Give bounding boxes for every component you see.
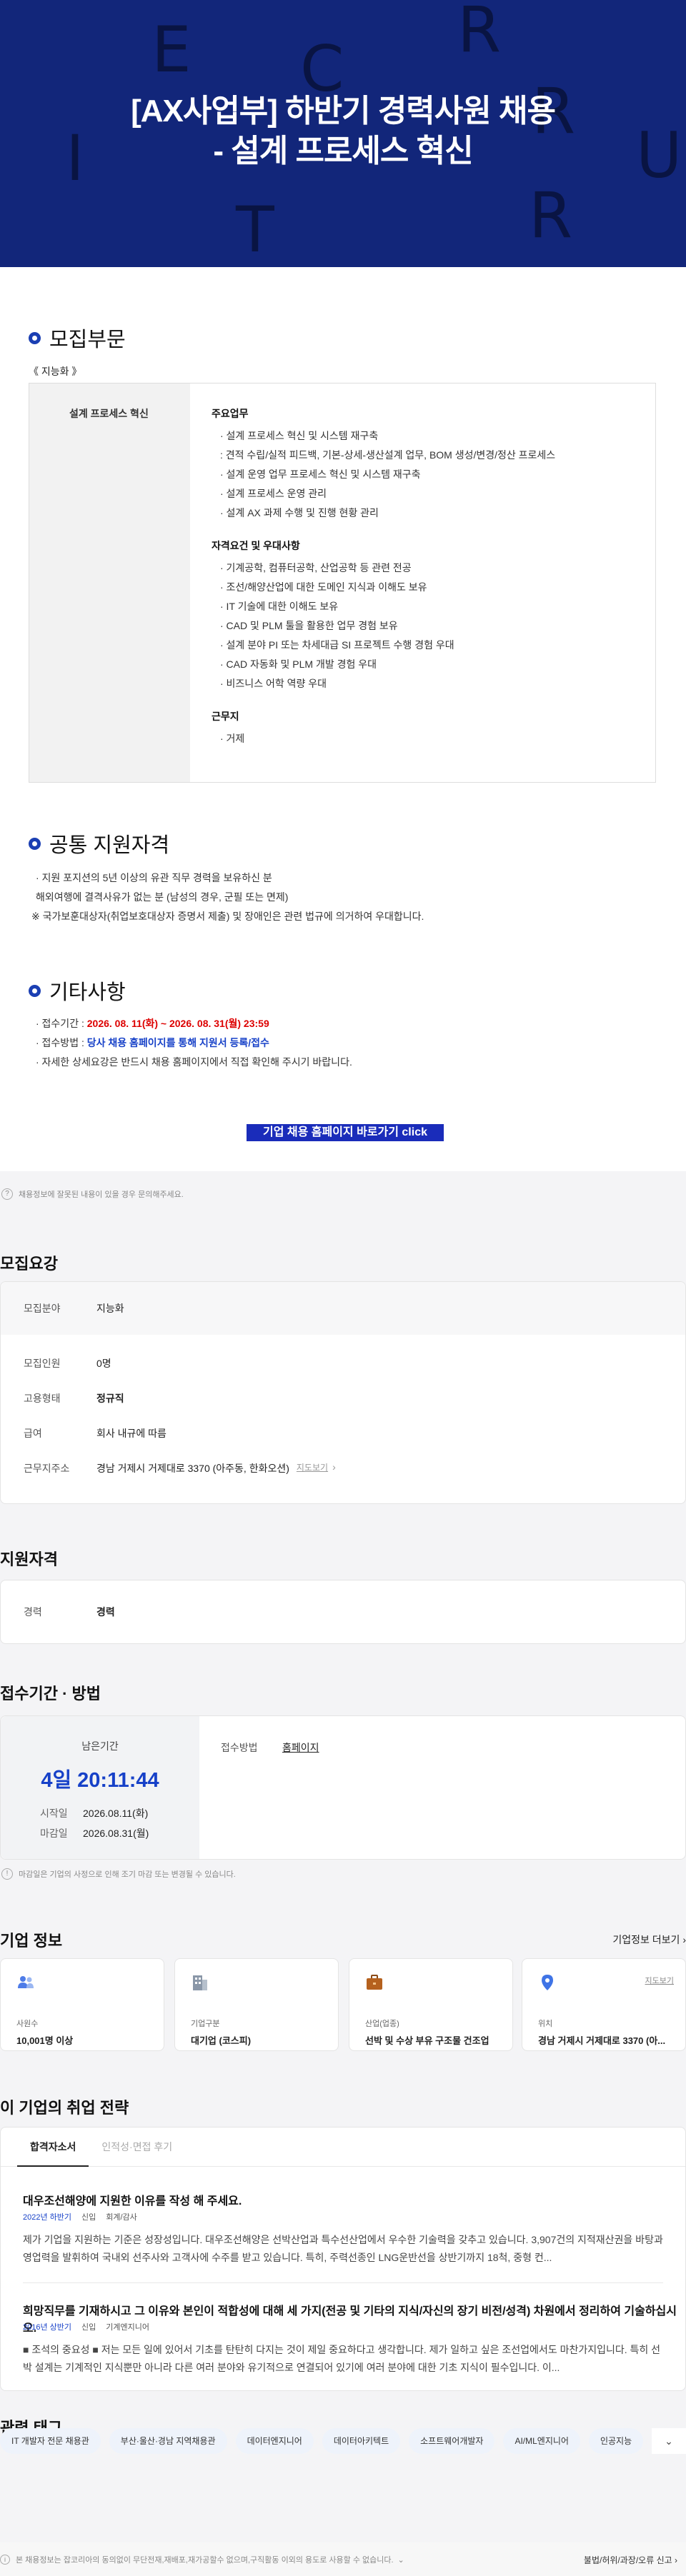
report-link[interactable]: 불법/허위/과장/오류 신고 › [584, 2554, 677, 2566]
info-icon: i [0, 2555, 10, 2565]
bullet-circle-icon [29, 984, 41, 997]
posting-title: [AX사업부] 하반기 경력사원 채용 - 설계 프로세스 혁신 [131, 94, 556, 169]
tag-chip[interactable]: 데이터엔지니어 [235, 2428, 314, 2454]
recruit-section-heading: 모집부문 [29, 323, 126, 353]
common-section-heading: 공통 지원자격 [29, 828, 169, 858]
company-card-location: 지도보기 위치 경남 거제시 거제대로 3370 (아... [522, 1958, 686, 2051]
footer-bar: i 본 채용정보는 잡코리아의 동의없이 무단전재,재배포,재가공할수 없으며,… [0, 2542, 686, 2576]
hero-banner: E C R R U I T R [AX사업부] 하반기 경력사원 채용 - 설계… [0, 0, 686, 267]
duties-heading: 주요업무 [212, 408, 249, 419]
tab-cover-letters[interactable]: 합격자소서 [17, 2140, 89, 2167]
position-table: 설계 프로세스 혁신 주요업무 · 설계 프로세스 혁신 및 시스템 재구축 :… [29, 383, 656, 783]
chevron-down-icon[interactable]: ⌄ [652, 2428, 686, 2454]
homepage-link[interactable]: 홈페이지 [282, 1740, 319, 1755]
summary-headcount-row: 모집인원 0명 [24, 1358, 111, 1369]
location-item: · 거제 [220, 733, 245, 744]
tag-chip[interactable]: IT 개발자 전문 채용관 [0, 2428, 101, 2454]
etc-section-heading: 기타사항 [29, 976, 126, 1006]
tab-interview-reviews[interactable]: 인적성·면접 후기 [89, 2140, 185, 2167]
tag-chip[interactable]: 인공지능 [588, 2428, 644, 2454]
company-heading: 기업 정보 [0, 1932, 63, 1950]
qual-item: · IT 기술에 대한 이해도 보유 [220, 601, 339, 612]
chevron-right-icon: › [332, 1461, 336, 1473]
building-icon [193, 1975, 207, 1990]
bg-letter: T [236, 193, 274, 266]
tag-chip[interactable]: 부산·울산·경남 지역채용관 [109, 2428, 227, 2454]
info-icon: ! [1, 1868, 13, 1880]
bg-letter: R [457, 0, 502, 66]
qual-item: · CAD 및 PLM 툴을 활용한 업무 경험 보유 [220, 620, 398, 631]
qualification-heading: 지원자격 [0, 1550, 58, 1568]
deadline-notice: ! 마감일은 기업의 사정으로 인해 조기 마감 또는 변경될 수 있습니다. [1, 1868, 236, 1880]
period-value: 2026. 08. 11(화) ~ 2026. 08. 31(월) 23:59 [86, 1018, 269, 1029]
category-tag: 《 지능화 》 [29, 366, 82, 377]
company-card-industry: 산업(업종) 선박 및 수상 부유 구조물 건조업 [349, 1958, 513, 2051]
briefcase-icon [367, 1975, 382, 1990]
start-date-row: 시작일 2026.08.11(화) [40, 1808, 149, 1819]
tag-list: IT 개발자 전문 채용관 부산·울산·경남 지역채용관 데이터엔지니어 데이터… [0, 2428, 652, 2454]
method-value: 당사 채용 홈페이지를 통해 지원서 등록/접수 [86, 1037, 269, 1048]
chevron-right-icon: › [682, 1934, 686, 1945]
article-body: ■ 조석의 중요성 ■ 저는 모든 일에 있어서 기초를 탄탄히 다지는 것이 … [23, 2344, 661, 2373]
strategy-heading: 이 기업의 취업 전략 [0, 2099, 129, 2117]
location-heading: 근무지 [212, 711, 239, 722]
position-details: 주요업무 · 설계 프로세스 혁신 및 시스템 재구축 : 견적 수립/실적 피… [190, 384, 655, 782]
summary-heading: 모집요강 [0, 1255, 58, 1273]
position-name: 설계 프로세스 혁신 [29, 384, 190, 782]
remaining-period-panel: 남은기간 4일 20:11:44 시작일 2026.08.11(화) 마감일 2… [1, 1716, 199, 1859]
summary-address-row: 근무지주소 경남 거제시 거제대로 3370 (아주동, 한화오션) 지도보기 … [24, 1461, 336, 1475]
report-notice[interactable]: ? 채용정보에 잘못된 내용이 있을 경우 문의해주세요. [1, 1188, 184, 1200]
qualification-card: 경력 경력 [0, 1580, 686, 1644]
homepage-link-button[interactable]: 기업 채용 홈페이지 바로가기 click [247, 1124, 444, 1141]
location-pin-icon [542, 1975, 553, 1990]
qual-item: · 비즈니스 어학 역량 우대 [220, 678, 327, 689]
summary-type-row: 고용형태 정규직 [24, 1393, 124, 1404]
article-title[interactable]: 대우조선해양에 지원한 이유를 작성 해 주세요. [23, 2191, 242, 2208]
etc-details: · 접수기간 : 2026. 08. 11(화) ~ 2026. 08. 31(… [36, 1018, 352, 1068]
qual-heading: 자격요건 및 우대사항 [212, 540, 300, 551]
bullet-circle-icon [29, 331, 41, 344]
apply-method-row: 접수방법 홈페이지 [221, 1740, 319, 1755]
common-qualifications: · 지원 포지션의 5년 이상의 유관 직무 경력을 보유하신 분 해외여행에 … [31, 872, 424, 922]
bg-letter: E [151, 13, 192, 86]
map-link[interactable]: 지도보기 [297, 1461, 328, 1475]
end-date-row: 마감일 2026.08.31(월) [40, 1828, 149, 1839]
duty-item: · 설계 프로세스 혁신 및 시스템 재구축 [220, 430, 379, 441]
tag-chip[interactable]: AI/ML엔지니어 [503, 2428, 580, 2454]
career-row: 경력 경력 [24, 1606, 115, 1618]
tag-chip[interactable]: 소프트웨어개발자 [409, 2428, 495, 2454]
apply-heading: 접수기간 · 방법 [0, 1685, 101, 1703]
people-icon [18, 1976, 34, 1988]
company-card-employees: 사원수 10,001명 이상 [0, 1958, 164, 2051]
company-more-link[interactable]: 기업정보 더보기 › [612, 1933, 686, 1947]
qual-item: · CAD 자동화 및 PLM 개발 경험 우대 [220, 658, 377, 670]
qual-item: · 조선/해양산업에 대한 도메인 지식과 이해도 보유 [220, 581, 427, 593]
tag-chip[interactable]: 데이터아키텍트 [322, 2428, 401, 2454]
chevron-down-icon[interactable]: ⌄ [398, 2555, 404, 2565]
bullet-circle-icon [29, 837, 41, 850]
job-posting-detail: E C R R U I T R [AX사업부] 하반기 경력사원 채용 - 설계… [0, 0, 686, 1171]
summary-salary-row: 급여 회사 내규에 따름 [24, 1428, 166, 1439]
article-meta: 2022년 하반기 신입 회계/감사 [23, 2213, 137, 2222]
info-icon: ? [1, 1188, 13, 1200]
duty-item: · 설계 운영 업무 프로세스 혁신 및 시스템 재구축 [220, 468, 421, 480]
duty-item: · 설계 AX 과제 수행 및 진행 현황 관리 [220, 507, 379, 518]
summary-card: 모집분야 지능화 모집인원 0명 고용형태 정규직 급여 회사 내규에 따름 근… [0, 1281, 686, 1504]
article-meta: 2016년 상반기 신입 기계엔지니어 [23, 2323, 149, 2332]
countdown: 4일 20:11:44 [41, 1769, 159, 1792]
map-link[interactable]: 지도보기 [645, 1975, 674, 1986]
company-card-type: 기업구분 대기업 (코스피) [174, 1958, 339, 2051]
strategy-tabs: 합격자소서 인적성·면접 후기 [17, 2140, 185, 2167]
duty-item: : 견적 수립/실적 피드백, 기본-상세-생산설계 업무, BOM 생성/변경… [220, 449, 556, 461]
bg-letter: R [529, 179, 573, 252]
duty-item: · 설계 프로세스 운영 관리 [220, 488, 327, 499]
article-body: 제가 기업을 지원하는 기준은 성장성입니다. 대우조선해양은 선박산업과 특수… [23, 2234, 663, 2263]
qual-item: · 설계 분야 PI 또는 차세대급 SI 프로젝트 수행 경험 우대 [220, 639, 454, 651]
qual-item: · 기계공학, 컴퓨터공학, 산업공학 등 관련 전공 [220, 562, 412, 573]
apply-card: 남은기간 4일 20:11:44 시작일 2026.08.11(화) 마감일 2… [0, 1715, 686, 1860]
summary-field-row: 모집분야 지능화 [24, 1303, 124, 1314]
